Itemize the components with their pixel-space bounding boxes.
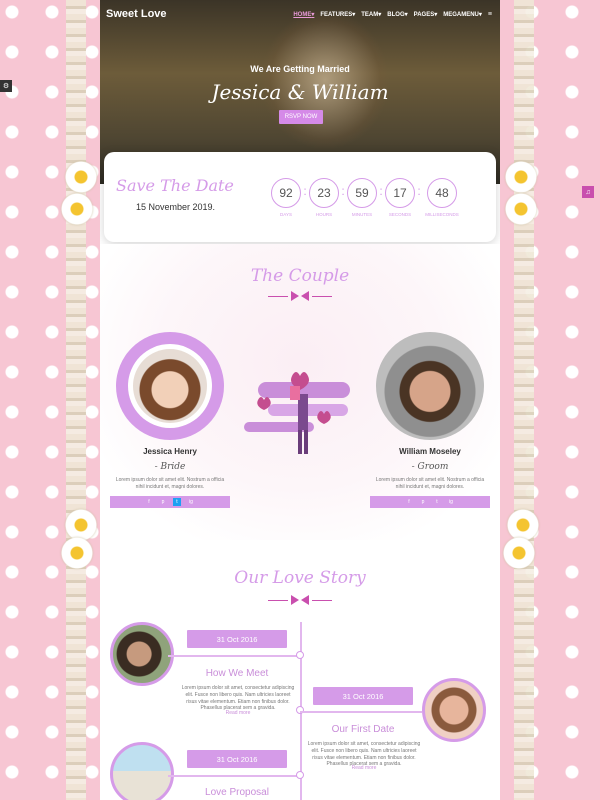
hero-title: Jessica & William: [211, 80, 389, 104]
couple-illustration: [244, 372, 350, 454]
bride-avatar: [116, 332, 224, 440]
navbar: Sweet Love HOME▾ FEATURES▾ TEAM▾ BLOG▾ P…: [100, 0, 500, 28]
lace-border-right: [514, 0, 534, 800]
bow-icon: [291, 291, 309, 301]
daisy-decoration: [60, 536, 94, 570]
music-icon: ♫: [585, 188, 591, 196]
bride-name: Jessica Henry: [143, 447, 197, 456]
nav-item-home[interactable]: HOME▾: [293, 11, 314, 18]
story-photo: [422, 678, 486, 742]
main-page: Sweet Love HOME▾ FEATURES▾ TEAM▾ BLOG▾ P…: [100, 0, 500, 800]
story-heading: Love Proposal: [205, 787, 269, 798]
countdown-hours: 23 HOURS: [308, 178, 340, 217]
rsvp-button[interactable]: RSVP NOW: [279, 110, 323, 124]
love-story-title: Our Love Story: [234, 568, 366, 588]
music-toggle-button[interactable]: ♫: [582, 186, 594, 198]
pinterest-icon[interactable]: p: [159, 498, 167, 506]
couple-section-title: The Couple: [250, 266, 350, 286]
couple-section: The Couple Jessica Henry - Bride Lorem i…: [100, 244, 500, 540]
read-more-link[interactable]: Read more: [306, 765, 422, 771]
nav-menu: HOME▾ FEATURES▾ TEAM▾ BLOG▾ PAGES▾ MEGAM…: [293, 11, 492, 18]
countdown-seconds: 17 SECONDS: [384, 178, 416, 217]
timeline-dot: [296, 771, 304, 779]
save-the-date-title: Save The Date: [116, 176, 234, 195]
menu-icon[interactable]: ≡: [488, 11, 492, 18]
countdown: 92 DAYS : 23 HOURS : 59 MINUTES : 17 SECONDS…: [270, 178, 462, 217]
instagram-icon[interactable]: ig: [187, 498, 195, 506]
settings-toggle-button[interactable]: ⚙: [0, 80, 12, 92]
groom-avatar: [376, 332, 484, 440]
gear-icon: ⚙: [2, 83, 10, 90]
divider-line: [268, 296, 288, 297]
hero-subtitle: We Are Getting Married: [250, 64, 350, 74]
timeline-dot: [296, 706, 304, 714]
daisy-decoration: [64, 160, 98, 194]
facebook-icon[interactable]: f: [405, 498, 413, 506]
countdown-milliseconds: 48 MILLISECONDS: [422, 178, 462, 217]
daisy-decoration: [502, 536, 536, 570]
timeline-connector: [168, 655, 300, 657]
story-text: Lorem ipsum dolor sit amet, consectetur …: [181, 685, 295, 712]
instagram-icon[interactable]: ig: [447, 498, 455, 506]
story-photo: [110, 622, 174, 686]
groom-social-links: f p t ig: [370, 496, 490, 508]
lace-border-left: [66, 0, 86, 800]
bow-icon: [291, 595, 309, 605]
story-heading: Our First Date: [331, 724, 395, 735]
daisy-decoration: [504, 192, 538, 226]
groom-name: William Moseley: [399, 447, 461, 456]
nav-item-features[interactable]: FEATURES▾: [320, 11, 355, 18]
timeline-connector: [168, 775, 300, 777]
bride-social-links: f p t ig: [110, 496, 230, 508]
save-the-date-card: Save The Date 15 November 2019. 92 DAYS :…: [104, 152, 496, 242]
daisy-decoration: [60, 192, 94, 226]
pinterest-icon[interactable]: p: [419, 498, 427, 506]
facebook-icon[interactable]: f: [145, 498, 153, 506]
story-date-pill: 31 Oct 2016: [313, 687, 413, 705]
story-date-pill: 31 Oct 2016: [187, 750, 287, 768]
timeline-dot: [296, 651, 304, 659]
bride-role: - Bride: [154, 462, 186, 472]
nav-item-pages[interactable]: PAGES▾: [414, 11, 438, 18]
timeline-connector: [300, 711, 422, 713]
nav-item-team[interactable]: TEAM▾: [361, 11, 381, 18]
story-heading: How We Meet: [205, 668, 269, 679]
nav-item-megamenu[interactable]: MEGAMENU▾: [443, 11, 482, 18]
bride-bio: Lorem ipsum dolor sit amet elit. Nostrum…: [115, 477, 225, 490]
groom-bio: Lorem ipsum dolor sit amet elit. Nostrum…: [375, 477, 485, 490]
twitter-icon[interactable]: t: [433, 498, 441, 506]
daisy-decoration: [504, 160, 538, 194]
story-text: Lorem ipsum dolor sit amet, consectetur …: [307, 741, 421, 768]
story-photo: [110, 742, 174, 800]
wedding-date: 15 November 2019.: [136, 202, 216, 212]
countdown-days: 92 DAYS: [270, 178, 302, 217]
countdown-minutes: 59 MINUTES: [346, 178, 378, 217]
twitter-icon[interactable]: t: [173, 498, 181, 506]
story-date-pill: 31 Oct 2016: [187, 630, 287, 648]
read-more-link[interactable]: Read more: [180, 710, 296, 716]
divider-line: [312, 296, 332, 297]
groom-role: - Groom: [411, 462, 449, 472]
brand-logo[interactable]: Sweet Love: [106, 8, 167, 20]
nav-item-blog[interactable]: BLOG▾: [387, 11, 407, 18]
divider-line: [268, 600, 288, 601]
divider-line: [312, 600, 332, 601]
